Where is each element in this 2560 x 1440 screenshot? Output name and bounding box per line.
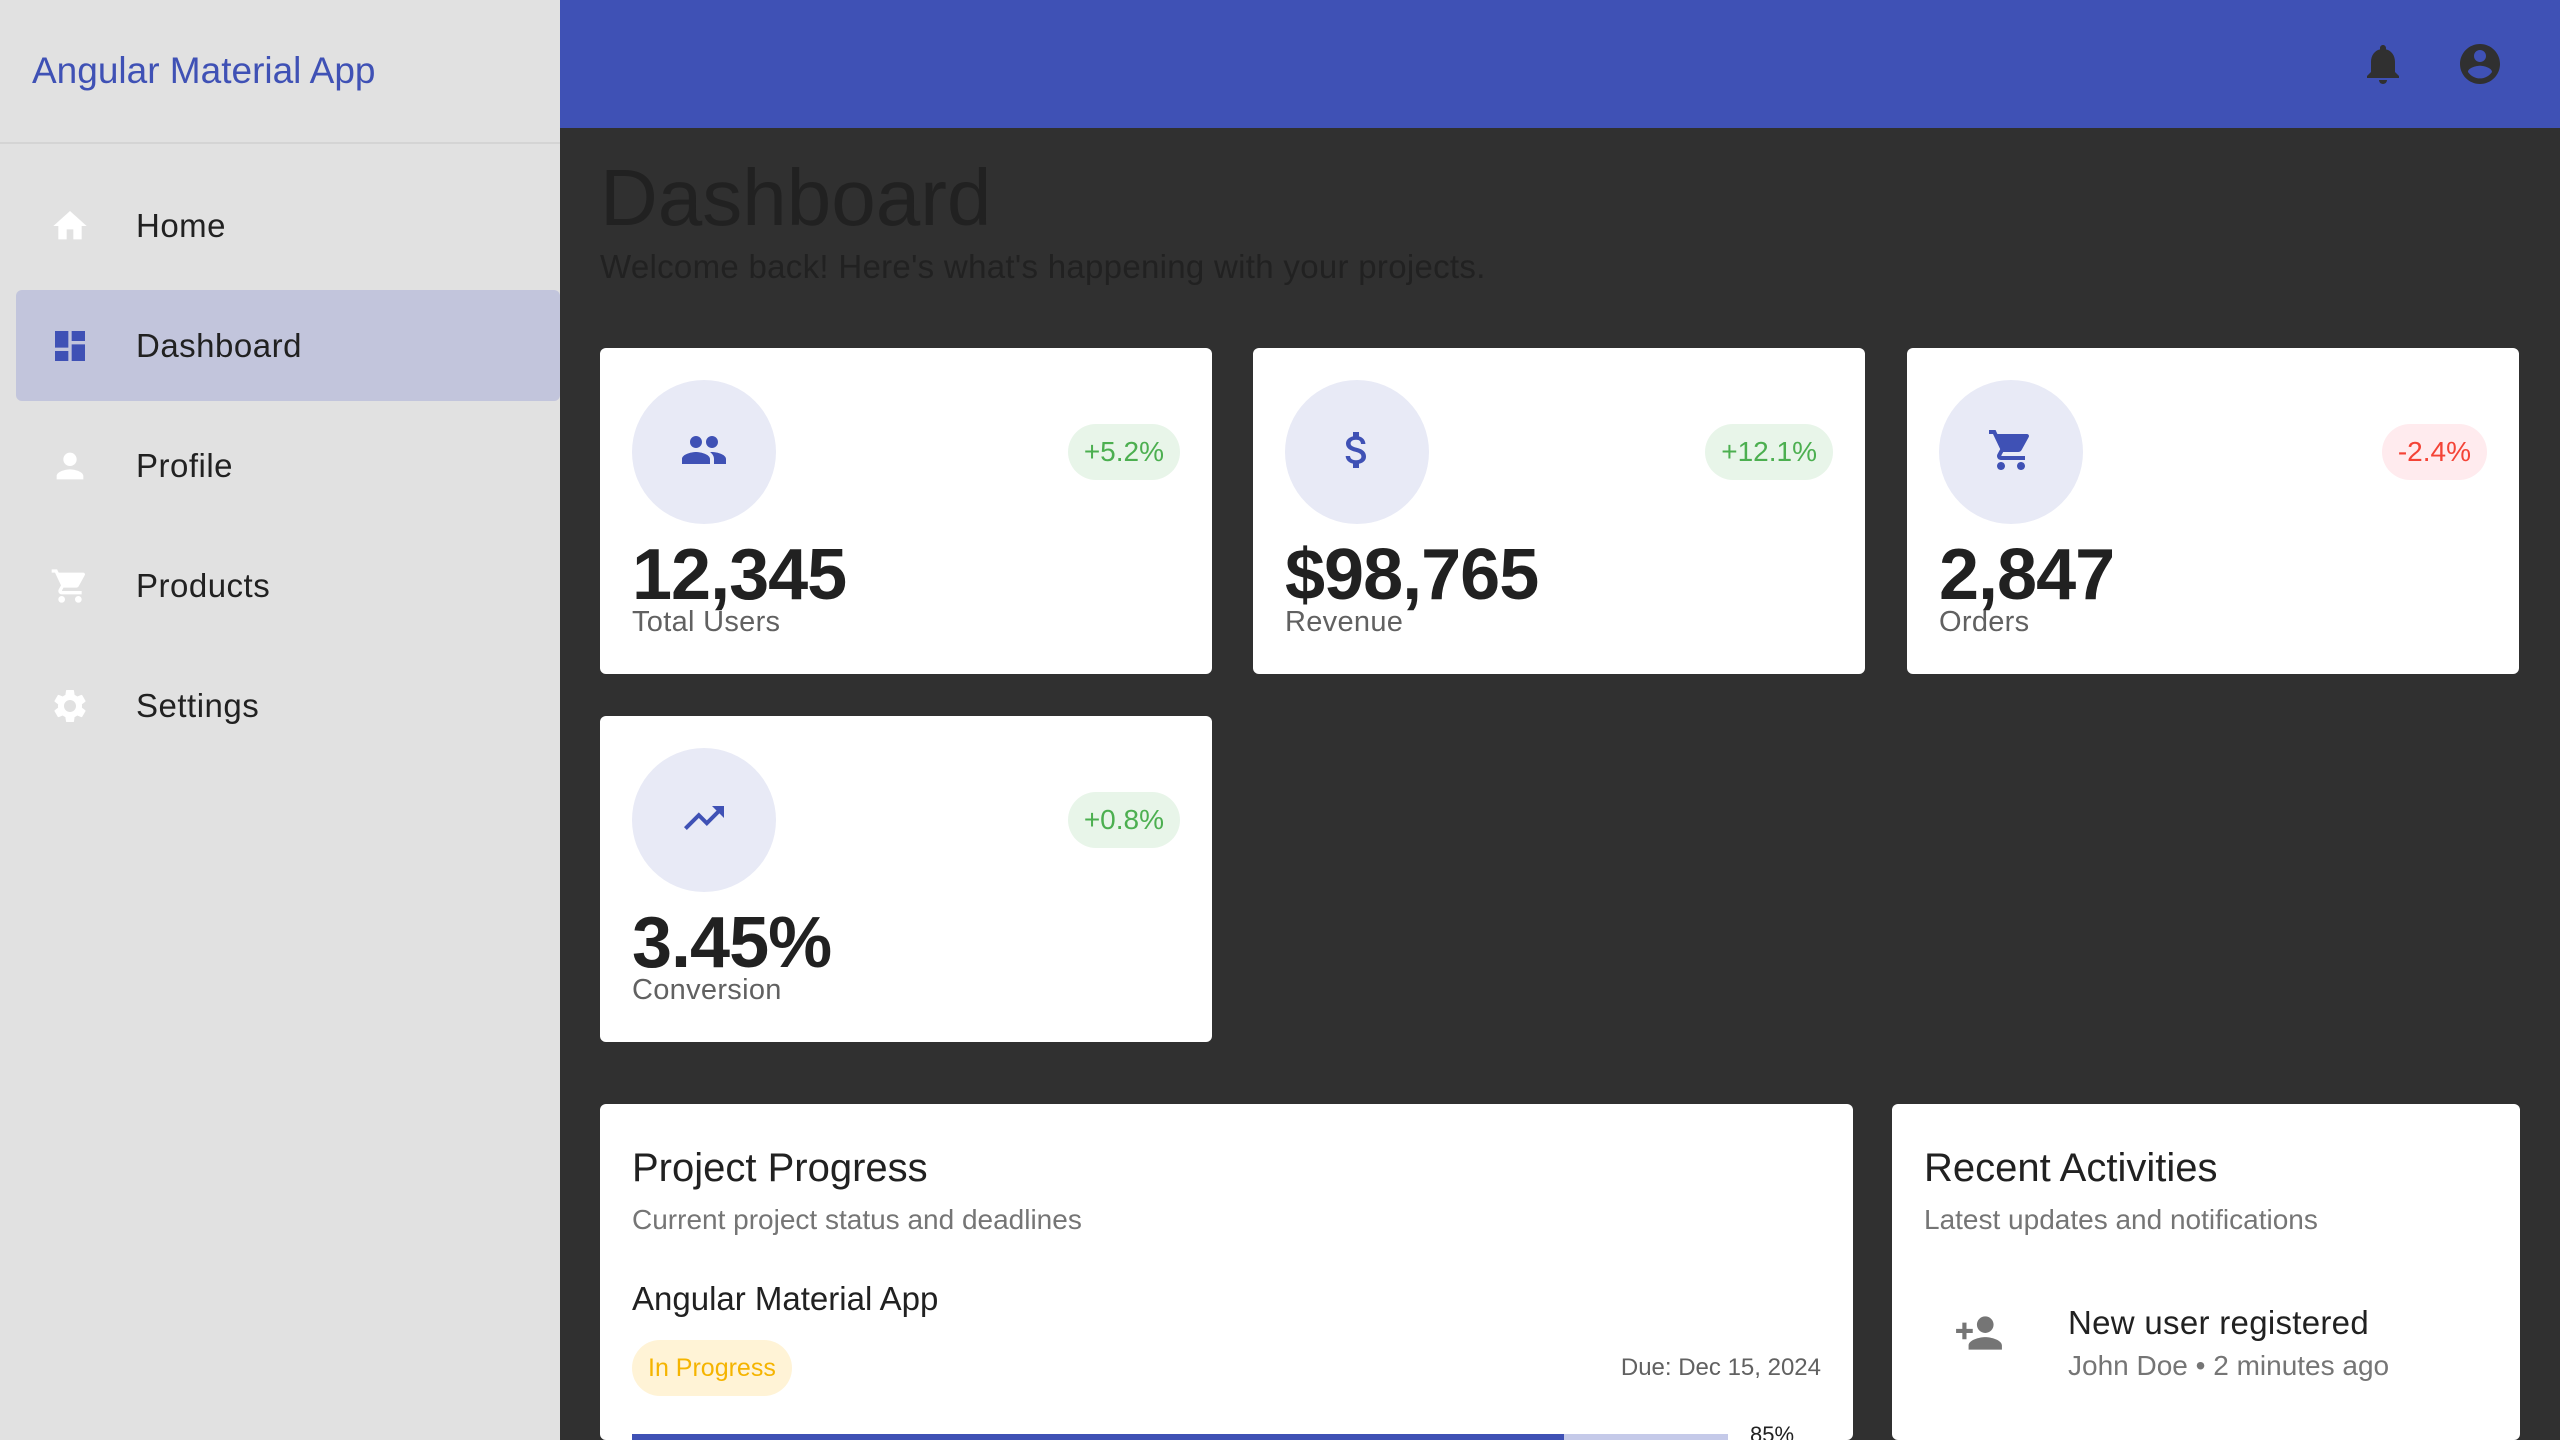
stat-icon-container — [632, 748, 776, 892]
change-badge: -2.4% — [2381, 424, 2487, 480]
sidebar-item-profile[interactable]: Profile — [16, 410, 560, 521]
activity-title: New user registered — [2068, 1304, 2369, 1341]
sidebar-header: Angular Material App — [0, 0, 560, 144]
sidebar-item-settings[interactable]: Settings — [16, 650, 560, 761]
notifications-icon[interactable] — [2357, 38, 2409, 90]
stat-label: Total Users — [632, 606, 781, 638]
stat-label: Orders — [1939, 606, 2030, 638]
stat-label: Revenue — [1285, 606, 1404, 638]
top-toolbar — [560, 0, 2560, 128]
project-progress-card: Project Progress Current project status … — [600, 1104, 1853, 1440]
sidebar-item-label: Home — [136, 206, 227, 244]
sidebar-item-label: Settings — [136, 686, 260, 724]
panel-title: Recent Activities — [1924, 1146, 2218, 1190]
dashboard-icon — [50, 326, 90, 366]
stat-card-conversion[interactable]: +0.8% 3.45% Conversion — [600, 716, 1212, 1042]
page-subtitle: Welcome back! Here's what's happening wi… — [600, 248, 1486, 285]
change-badge: +5.2% — [1067, 424, 1180, 480]
list-item[interactable]: New user registered John Doe • 2 minutes… — [1924, 1300, 2484, 1400]
stat-icon-container — [1939, 380, 2083, 524]
dollar-icon — [1333, 426, 1381, 479]
sidebar-item-label: Dashboard — [136, 326, 302, 364]
home-icon — [50, 206, 90, 246]
stat-icon-container — [632, 380, 776, 524]
panel-subtitle: Latest updates and notifications — [1924, 1204, 2318, 1235]
person-add-icon — [1954, 1308, 2004, 1358]
recent-activities-card: Recent Activities Latest updates and not… — [1892, 1104, 2520, 1440]
gear-icon — [50, 686, 90, 726]
panel-subtitle: Current project status and deadlines — [632, 1204, 1082, 1235]
trending-up-icon — [680, 794, 728, 847]
person-icon — [50, 446, 90, 486]
change-badge: +12.1% — [1705, 424, 1833, 480]
stat-card-users[interactable]: +5.2% 12,345 Total Users — [600, 348, 1212, 674]
change-badge: +0.8% — [1067, 792, 1180, 848]
activity-meta: John Doe • 2 minutes ago — [2068, 1350, 2390, 1381]
progress-percent: 85% — [1750, 1422, 1795, 1440]
stat-value: $98,765 — [1285, 535, 1539, 615]
app-title[interactable]: Angular Material App — [32, 50, 375, 92]
sidebar: Angular Material App Home Dashboard Prof… — [0, 0, 560, 1440]
stat-value: 12,345 — [632, 535, 847, 615]
stat-icon-container — [1285, 380, 1429, 524]
sidebar-item-dashboard[interactable]: Dashboard — [16, 290, 560, 401]
app-root: Angular Material App Home Dashboard Prof… — [0, 0, 2560, 1440]
stat-label: Conversion — [632, 974, 782, 1006]
project-name: Angular Material App — [632, 1280, 939, 1317]
progress-bar-fill — [632, 1434, 1564, 1440]
sidebar-item-products[interactable]: Products — [16, 530, 560, 641]
main-content: Dashboard Welcome back! Here's what's ha… — [560, 128, 2560, 1440]
panel-title: Project Progress — [632, 1146, 928, 1190]
people-icon — [680, 426, 728, 479]
sidebar-item-label: Products — [136, 566, 271, 604]
page-title: Dashboard — [600, 153, 992, 242]
progress-bar — [632, 1434, 1728, 1440]
due-date: Due: Dec 15, 2024 — [1620, 1354, 1821, 1381]
stat-card-orders[interactable]: -2.4% 2,847 Orders — [1907, 348, 2519, 674]
status-badge: In Progress — [632, 1340, 792, 1396]
stat-card-revenue[interactable]: +12.1% $98,765 Revenue — [1253, 348, 1865, 674]
cart-icon — [50, 566, 90, 606]
cart-icon — [1987, 426, 2035, 479]
stat-value: 2,847 — [1939, 535, 2115, 615]
sidebar-nav: Home Dashboard Profile Products Settings — [0, 144, 560, 761]
sidebar-item-home[interactable]: Home — [16, 170, 560, 281]
sidebar-item-label: Profile — [136, 446, 234, 484]
stat-value: 3.45% — [632, 903, 832, 983]
account-icon[interactable] — [2454, 38, 2506, 90]
